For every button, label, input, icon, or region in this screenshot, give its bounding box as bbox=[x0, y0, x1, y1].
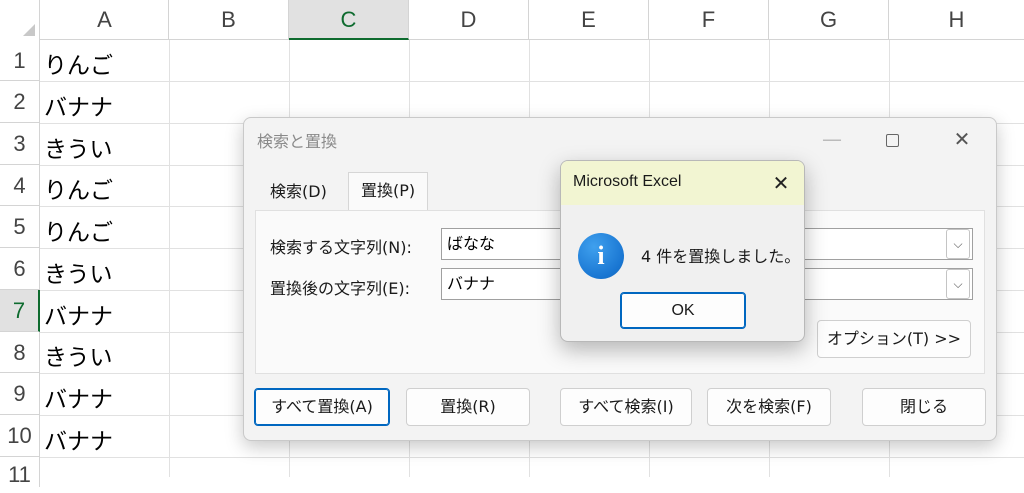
tab-find[interactable]: 検索(D) bbox=[258, 174, 339, 210]
select-all-corner[interactable] bbox=[0, 0, 40, 40]
message-text: 4 件を置換しました。 bbox=[641, 247, 801, 266]
find-dropdown-button[interactable]: ⌵ bbox=[946, 229, 970, 259]
chevron-down-icon: ⌵ bbox=[953, 277, 963, 291]
row-header[interactable]: 9 bbox=[0, 373, 40, 415]
row-header[interactable]: 1 bbox=[0, 40, 40, 81]
options-button[interactable]: オプション(T) >> bbox=[817, 320, 971, 358]
row-header[interactable]: 4 bbox=[0, 165, 40, 206]
close-button[interactable]: ✕ bbox=[944, 124, 980, 154]
gridline bbox=[169, 40, 170, 477]
cell-a6[interactable]: きうい bbox=[44, 255, 168, 289]
message-box: Microsoft Excel ✕ i 4 件を置換しました。 OK bbox=[560, 160, 805, 342]
cell-a9[interactable]: バナナ bbox=[44, 380, 168, 414]
row-header[interactable]: 5 bbox=[0, 206, 40, 248]
cell-a3[interactable]: きうい bbox=[44, 130, 168, 164]
gridline bbox=[40, 457, 1024, 458]
row-header[interactable]: 10 bbox=[0, 415, 40, 457]
replace-all-button[interactable]: すべて置換(A) bbox=[254, 388, 390, 426]
cell-a8[interactable]: きうい bbox=[44, 338, 168, 372]
column-header-d[interactable]: D bbox=[409, 0, 529, 40]
chevron-down-icon: ⌵ bbox=[953, 237, 963, 251]
column-header-a[interactable]: A bbox=[41, 0, 169, 40]
dialog-title: 検索と置換 bbox=[257, 132, 338, 151]
message-box-title: Microsoft Excel bbox=[573, 173, 682, 190]
message-box-close-button[interactable]: ✕ bbox=[766, 168, 796, 198]
maximize-icon bbox=[885, 134, 899, 147]
row-header[interactable]: 8 bbox=[0, 332, 40, 373]
column-header-e[interactable]: E bbox=[529, 0, 649, 40]
column-header-h[interactable]: H bbox=[889, 0, 1024, 40]
ok-button[interactable]: OK bbox=[620, 292, 746, 329]
replace-with-label: 置換後の文字列(E): bbox=[270, 279, 410, 298]
cell-a10[interactable]: バナナ bbox=[44, 422, 168, 456]
find-all-button[interactable]: すべて検索(I) bbox=[560, 388, 692, 426]
row-header-active[interactable]: 7 bbox=[0, 290, 40, 332]
column-header-g[interactable]: G bbox=[769, 0, 889, 40]
row-header[interactable]: 2 bbox=[0, 81, 40, 123]
cell-a2[interactable]: バナナ bbox=[44, 88, 168, 122]
row-header[interactable]: 6 bbox=[0, 248, 40, 290]
replace-button[interactable]: 置換(R) bbox=[406, 388, 530, 426]
row-header[interactable]: 11 bbox=[0, 457, 40, 487]
cell-a5[interactable]: りんご bbox=[44, 213, 168, 247]
cell-a7[interactable]: バナナ bbox=[44, 297, 168, 331]
cell-a4[interactable]: りんご bbox=[44, 171, 168, 205]
info-icon: i bbox=[578, 233, 624, 279]
minimize-button[interactable]: — bbox=[814, 124, 850, 154]
column-header-c[interactable]: C bbox=[289, 0, 409, 40]
cell-a1[interactable]: りんご bbox=[44, 46, 168, 80]
gridline bbox=[40, 81, 1024, 82]
find-what-label: 検索する文字列(N): bbox=[270, 238, 412, 257]
column-header-b[interactable]: B bbox=[169, 0, 289, 40]
tab-replace[interactable]: 置換(P) bbox=[348, 172, 429, 212]
find-next-button[interactable]: 次を検索(F) bbox=[707, 388, 831, 426]
column-header-row: A B C D E F G H bbox=[0, 0, 1024, 40]
close-dialog-button[interactable]: 閉じる bbox=[862, 388, 986, 426]
replace-dropdown-button[interactable]: ⌵ bbox=[946, 269, 970, 299]
row-header[interactable]: 3 bbox=[0, 123, 40, 165]
maximize-button[interactable] bbox=[874, 124, 910, 154]
column-header-f[interactable]: F bbox=[649, 0, 769, 40]
